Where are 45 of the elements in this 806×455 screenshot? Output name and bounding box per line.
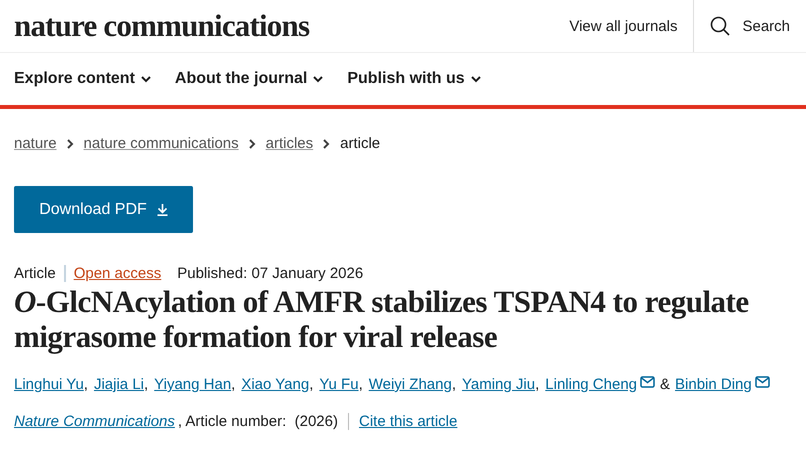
- author-link[interactable]: Linghui Yu: [14, 376, 84, 393]
- journal-logo[interactable]: nature communications: [0, 8, 554, 44]
- chevron-right-icon: [66, 138, 74, 148]
- author-link[interactable]: Jiajia Li: [94, 376, 144, 393]
- envelope-icon[interactable]: [754, 376, 770, 388]
- article-title: O-GlcNAcylation of AMFR stabilizes TSPAN4 to regulate migrasome formation for viral release: [14, 284, 750, 354]
- author-separator: ,: [452, 376, 456, 393]
- search-icon: [710, 16, 730, 36]
- nav-menu-button[interactable]: Explore content: [14, 70, 151, 88]
- nav-menu-button[interactable]: Publish with us: [347, 70, 481, 88]
- author-link[interactable]: Yu Fu: [319, 376, 359, 393]
- download-icon: [156, 204, 168, 216]
- author-separator: ,: [309, 376, 314, 393]
- breadcrumb-link[interactable]: nature: [14, 135, 57, 152]
- author-separator: ,: [84, 376, 88, 393]
- author-link[interactable]: Xiao Yang: [241, 376, 310, 393]
- article-number: , Article number: (2026): [178, 413, 349, 430]
- nav-menu-button[interactable]: About the journal: [174, 70, 324, 88]
- journals-link[interactable]: View all journals: [553, 0, 694, 52]
- breadcrumb-link[interactable]: nature communications: [84, 135, 239, 152]
- published-date: Published: 07 January 2026: [176, 265, 364, 282]
- breadcrumb-link[interactable]: articles: [266, 135, 314, 152]
- author-separator: ,: [535, 376, 540, 393]
- author-separator: &: [660, 376, 670, 393]
- chevron-right-icon: [248, 138, 256, 148]
- chevron-down-icon: [140, 76, 151, 82]
- journal-link[interactable]: Nature Communications: [14, 413, 175, 430]
- open-access-link[interactable]: Open access: [64, 265, 170, 282]
- chevron-right-icon: [323, 138, 330, 148]
- author-link[interactable]: Linling Cheng: [545, 376, 638, 393]
- cite-link[interactable]: Cite this article: [358, 413, 458, 430]
- author-separator: ,: [144, 376, 148, 393]
- chevron-down-icon: [470, 76, 481, 82]
- author-link[interactable]: Yaming Jiu: [462, 376, 536, 393]
- author-separator: ,: [231, 376, 236, 393]
- search-link[interactable]: Search: [693, 0, 806, 52]
- author-link[interactable]: Binbin Ding: [675, 376, 752, 393]
- breadcrumb-current: article: [340, 135, 380, 152]
- author-link[interactable]: Weiyi Zhang: [368, 376, 452, 393]
- chevron-down-icon: [313, 76, 324, 82]
- author-link[interactable]: Yiyang Han: [154, 376, 232, 393]
- author-separator: ,: [358, 376, 363, 393]
- envelope-icon[interactable]: [640, 376, 656, 388]
- download-pdf-button[interactable]: Download PDF: [14, 186, 193, 233]
- article-type: Article: [14, 265, 57, 282]
